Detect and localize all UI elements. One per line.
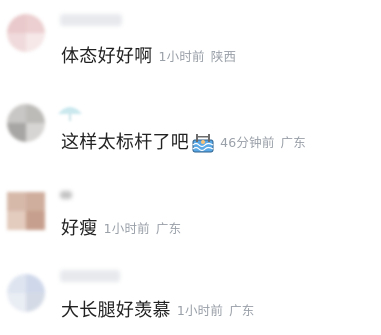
avatar-pixel bbox=[26, 104, 45, 123]
avatar[interactable] bbox=[7, 104, 45, 142]
avatar-pixel bbox=[7, 192, 26, 211]
avatar-pixel bbox=[7, 123, 26, 142]
comment-item[interactable]: 这样太标杆了吧 46分钟前 广东 bbox=[0, 90, 381, 170]
comment-location: 广东 bbox=[229, 303, 255, 318]
comment-time: 1小时前 bbox=[158, 49, 205, 64]
comment-location: 广东 bbox=[280, 135, 306, 150]
comment-body: 体态好好啊 1小时前 陕西 bbox=[61, 44, 236, 70]
comment-body: 这样太标杆了吧 46分钟前 广东 bbox=[61, 130, 306, 156]
comment-time: 1小时前 bbox=[176, 303, 224, 318]
comment-meta: 1小时前 广东 bbox=[177, 298, 255, 324]
comment-text: 大长腿好羡慕 bbox=[61, 300, 171, 321]
comment-location: 广东 bbox=[155, 221, 182, 236]
comment-meta: 1小时前 陕西 bbox=[159, 44, 237, 70]
avatar[interactable] bbox=[7, 14, 45, 52]
username-redacted[interactable] bbox=[60, 14, 122, 26]
comment-text: 这样太标杆了吧 bbox=[61, 132, 190, 153]
comment-meta: 1小时前 广东 bbox=[104, 216, 182, 242]
comment-location: 陕西 bbox=[210, 49, 237, 64]
avatar-pixel bbox=[7, 104, 26, 123]
comment-item[interactable]: 好瘦 1小时前 广东 bbox=[0, 180, 381, 260]
username-redacted[interactable] bbox=[60, 270, 120, 282]
avatar[interactable] bbox=[7, 192, 45, 230]
avatar-pixel bbox=[26, 14, 45, 33]
comment-list: 体态好好啊 1小时前 陕西 这样太标杆了吧 46分钟前 广东 好瘦 1小时前 广… bbox=[0, 0, 381, 335]
umbrella-icon bbox=[58, 107, 82, 121]
avatar-pixel bbox=[7, 211, 26, 230]
comment-body: 大长腿好羡慕 1小时前 广东 bbox=[61, 298, 254, 324]
avatar-pixel bbox=[7, 293, 26, 312]
avatar-pixel bbox=[26, 274, 45, 293]
comment-item[interactable]: 大长腿好羡慕 1小时前 广东 bbox=[0, 262, 381, 335]
avatar-pixel bbox=[7, 274, 26, 293]
avatar-pixel bbox=[26, 211, 45, 230]
comment-time: 46分钟前 bbox=[220, 135, 275, 150]
comment-meta: 46分钟前 广东 bbox=[220, 130, 306, 156]
avatar-pixel bbox=[26, 33, 45, 52]
avatar-pixel bbox=[7, 33, 26, 52]
comment-item[interactable]: 体态好好啊 1小时前 陕西 bbox=[0, 0, 381, 80]
comment-body: 好瘦 1小时前 广东 bbox=[61, 216, 181, 242]
comment-text: 体态好好啊 bbox=[61, 46, 153, 67]
avatar[interactable] bbox=[7, 274, 45, 312]
avatar-pixel bbox=[26, 123, 45, 142]
avatar-pixel bbox=[26, 192, 45, 211]
swimming-pool-emoji bbox=[192, 134, 214, 153]
comment-text: 好瘦 bbox=[61, 218, 98, 239]
avatar-pixel bbox=[26, 293, 45, 312]
comment-time: 1小时前 bbox=[103, 221, 150, 236]
username-redacted[interactable] bbox=[60, 191, 72, 199]
avatar-pixel bbox=[7, 14, 26, 33]
